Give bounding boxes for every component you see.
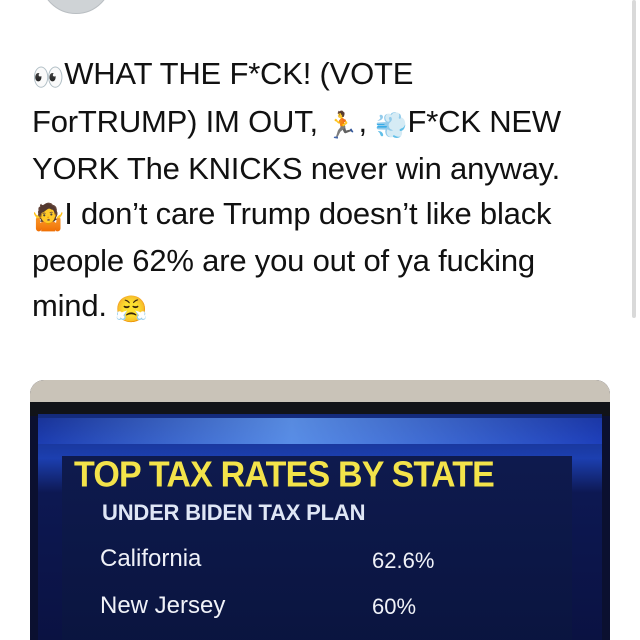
- tweet-text: 👀WHAT THE F*CK! (VOTE ForTRUMP) IM OUT, …: [32, 52, 622, 331]
- state-label: California: [100, 545, 202, 572]
- tweet-line-3: YORK The KNICKS never win anyway.: [32, 151, 561, 186]
- avatar[interactable]: [40, 0, 112, 14]
- dash-icon: 💨: [375, 109, 408, 140]
- chart-title: TOP TAX RATES BY STATE: [74, 455, 495, 495]
- light-streak: [38, 418, 602, 444]
- eyes-icon: 👀: [32, 62, 65, 92]
- tweet-line-5: people 62% are you out of ya fucking: [32, 243, 535, 278]
- tweet-line-1: 👀WHAT THE F*CK! (VOTE: [32, 52, 622, 100]
- scrollbar[interactable]: [632, 0, 636, 318]
- rate-value: 60%: [372, 594, 417, 619]
- tweet-line-2: ForTRUMP) IM OUT, 🏃, 💨F*CK NEW: [32, 100, 622, 148]
- state-label: New Jersey: [100, 592, 226, 619]
- steam-face-icon: 😤: [115, 293, 148, 324]
- chart-subtitle: UNDER BIDEN TAX PLAN: [102, 500, 366, 525]
- rate-value: 62.6%: [372, 548, 435, 573]
- tweet-line-6: mind. 😤: [32, 284, 622, 332]
- shrug-icon: 🤷: [32, 201, 65, 232]
- runner-icon: 🏃: [326, 109, 359, 140]
- tweet-line-4: 🤷I don’t care Trump doesn’t like black: [32, 192, 622, 240]
